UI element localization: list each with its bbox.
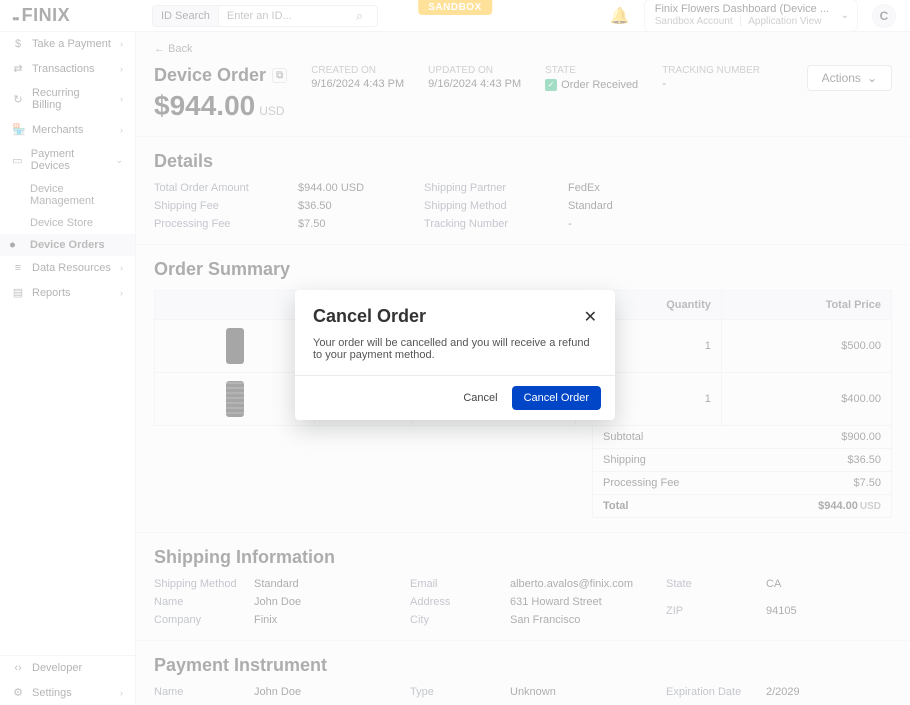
cancel-button[interactable]: Cancel [463,392,497,404]
modal-overlay[interactable]: Cancel Order ✕ Your order will be cancel… [0,0,910,705]
modal-body-text: Your order will be cancelled and you wil… [295,337,615,375]
cancel-order-modal: Cancel Order ✕ Your order will be cancel… [295,290,615,420]
close-icon[interactable]: ✕ [584,307,597,327]
modal-title: Cancel Order [313,306,426,327]
confirm-cancel-order-button[interactable]: Cancel Order [512,386,601,410]
